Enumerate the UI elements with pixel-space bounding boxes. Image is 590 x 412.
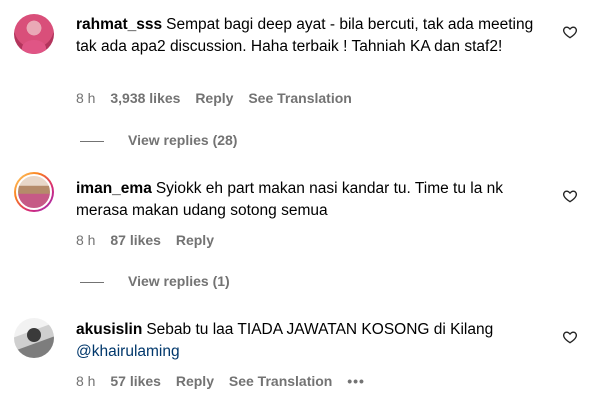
view-replies-label: View replies (1) — [128, 273, 230, 289]
avatar[interactable] — [14, 318, 54, 358]
reply-button[interactable]: Reply — [195, 90, 233, 106]
more-options-icon[interactable]: ••• — [347, 373, 365, 389]
comment-username[interactable]: iman_ema — [76, 180, 152, 197]
replies-divider — [80, 140, 104, 142]
like-count[interactable]: 87 likes — [110, 232, 161, 248]
reply-button[interactable]: Reply — [176, 373, 214, 389]
view-replies-button[interactable]: View replies (1) — [80, 273, 230, 289]
view-replies-label: View replies (28) — [128, 132, 238, 148]
comment-meta: 8 h 87 likes Reply — [76, 232, 225, 248]
comment-text: Sebab tu laa TIADA JAWATAN KOSONG di Kil… — [146, 321, 494, 338]
comment-meta: 8 h 57 likes Reply See Translation ••• — [76, 373, 376, 389]
reply-button[interactable]: Reply — [176, 232, 214, 248]
view-replies-button[interactable]: View replies (28) — [80, 132, 237, 148]
heart-icon[interactable] — [562, 329, 578, 345]
comment-username[interactable]: rahmat_sss — [76, 16, 162, 33]
see-translation-button[interactable]: See Translation — [229, 373, 332, 389]
comment-text-block: akusislin Sebab tu laa TIADA JAWATAN KOSO… — [76, 319, 546, 363]
heart-icon[interactable] — [562, 188, 578, 204]
like-count[interactable]: 57 likes — [110, 373, 161, 389]
comment-text-block: rahmat_sss Sempat bagi deep ayat - bila b… — [76, 14, 546, 58]
replies-divider — [80, 281, 104, 283]
avatar-image — [16, 174, 52, 210]
comment-time: 8 h — [76, 90, 96, 106]
see-translation-button[interactable]: See Translation — [248, 90, 351, 106]
comment-time: 8 h — [76, 232, 96, 248]
mention-link[interactable]: @khairulaming — [76, 343, 180, 360]
comment-time: 8 h — [76, 373, 96, 389]
avatar[interactable] — [14, 172, 54, 212]
comment-meta: 8 h 3,938 likes Reply See Translation — [76, 90, 363, 106]
heart-icon[interactable] — [562, 24, 578, 40]
like-count[interactable]: 3,938 likes — [110, 90, 180, 106]
comment-username[interactable]: akusislin — [76, 321, 142, 338]
comment-text-block: iman_ema Syiokk eh part makan nasi kandar… — [76, 178, 546, 222]
avatar[interactable] — [14, 14, 54, 54]
